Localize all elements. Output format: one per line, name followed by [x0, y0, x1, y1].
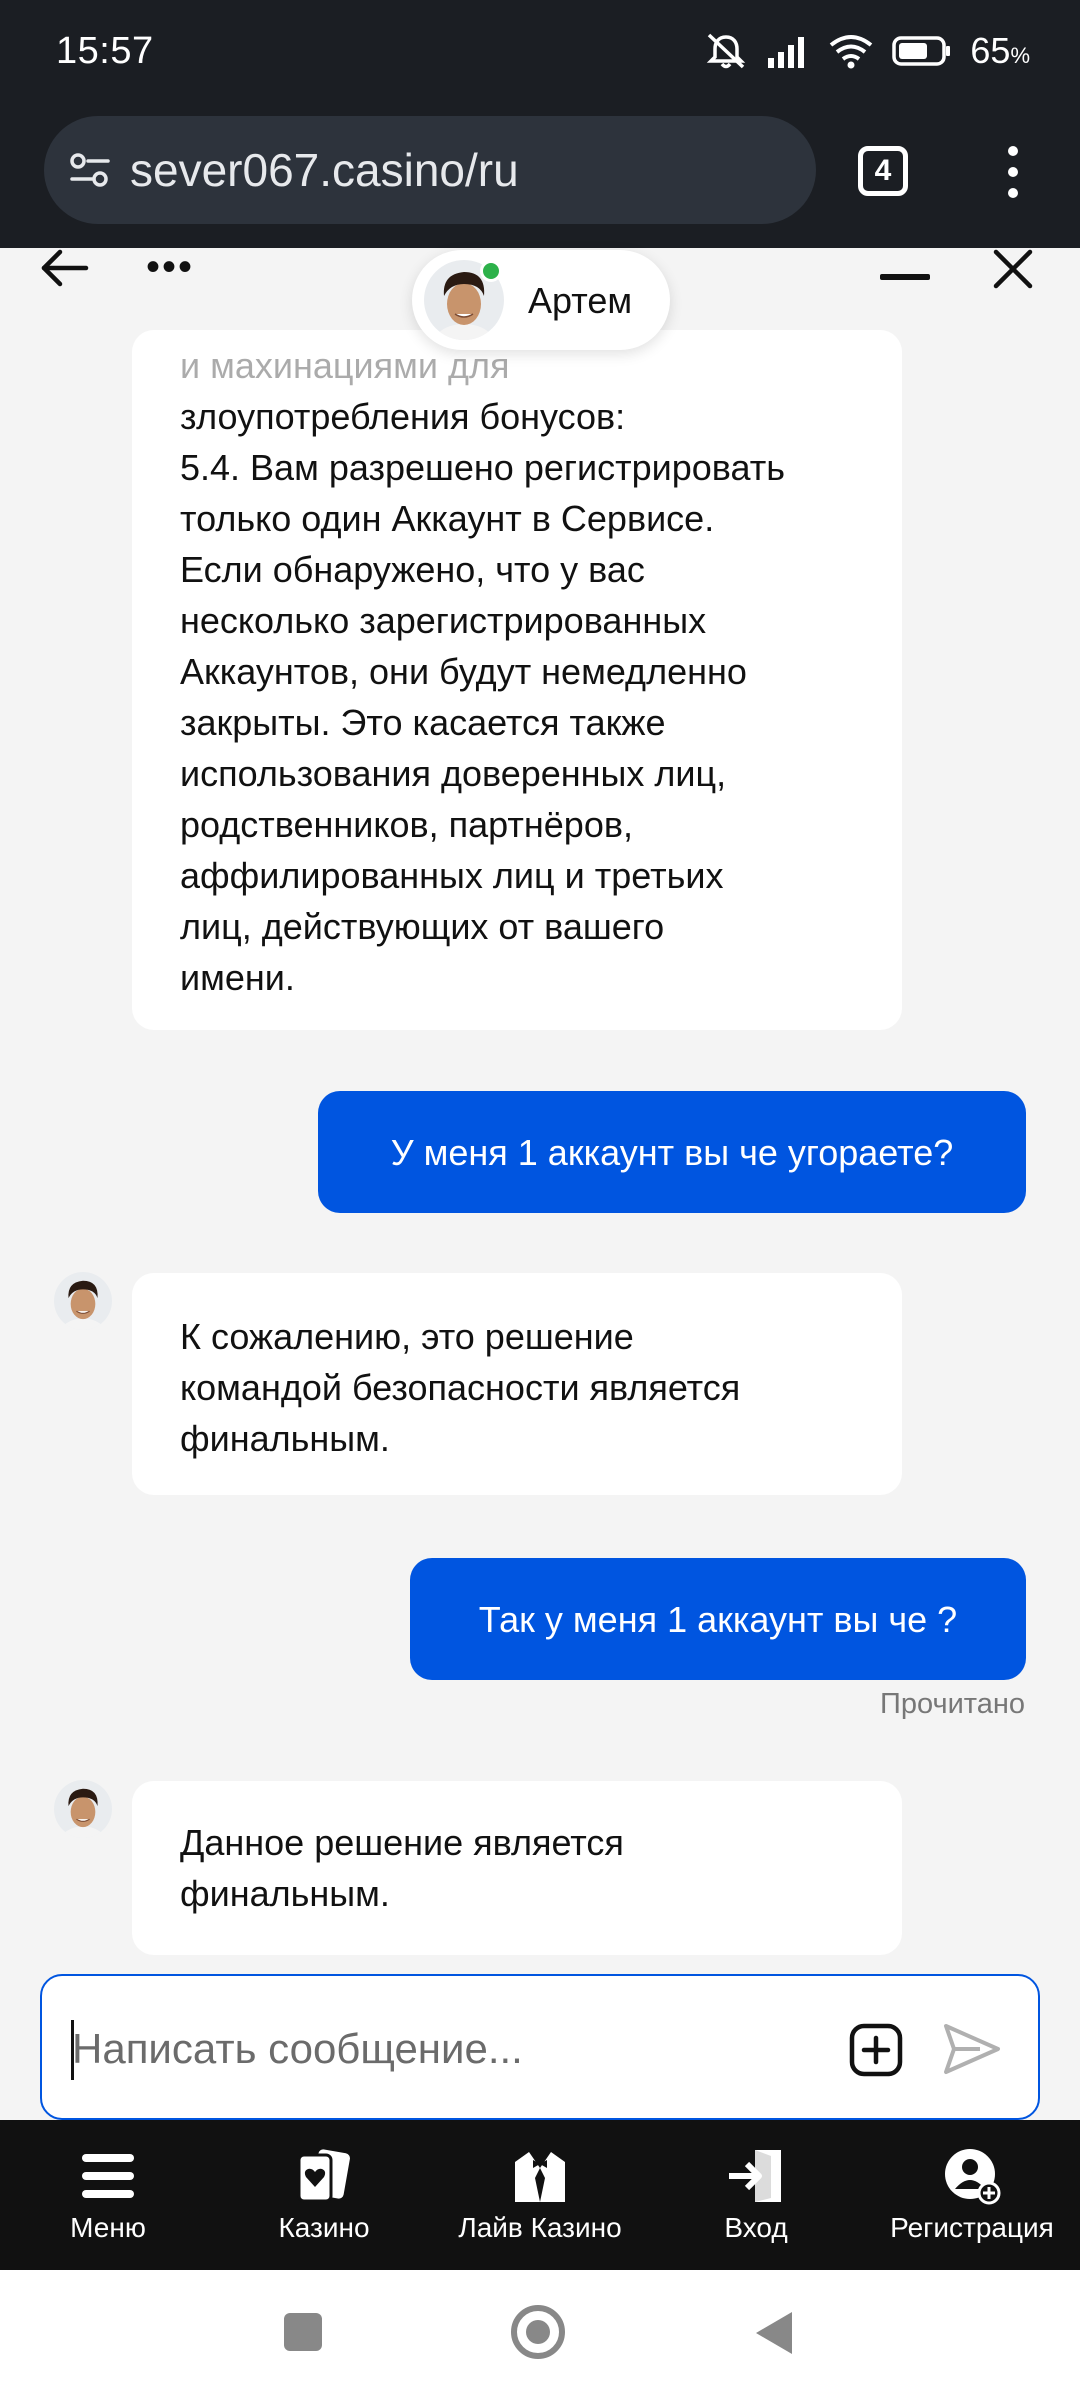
- agent-message: и махинациями для злоупотребления бонусо…: [132, 330, 902, 1030]
- recent-apps-icon[interactable]: [284, 2313, 322, 2351]
- status-time: 15:57: [56, 30, 154, 72]
- user-message: Так у меня 1 аккаунт вы че ?: [410, 1558, 1026, 1680]
- user-add-icon: [942, 2146, 1002, 2206]
- silent-mode-icon: [707, 33, 746, 69]
- address-bar[interactable]: sever067.casino/ru: [44, 116, 816, 224]
- agent-message: Данное решение является финальным.: [132, 1781, 902, 1955]
- nav-label: Регистрация: [890, 2212, 1054, 2243]
- more-options-icon[interactable]: •••: [146, 247, 194, 287]
- message-line: 5.4. Вам разрешено регистрировать: [180, 447, 785, 488]
- minimize-icon[interactable]: [880, 274, 930, 280]
- cards-icon: [294, 2146, 354, 2206]
- login-icon: [726, 2146, 786, 2206]
- menu-icon: [78, 2146, 138, 2206]
- bottom-navigation: Меню Казино Лайв Казино Вход Регистрация: [0, 2120, 1080, 2270]
- nav-item-login[interactable]: Вход: [648, 2120, 864, 2270]
- signal-icon: [768, 37, 805, 68]
- wifi-icon: [830, 35, 873, 69]
- nav-label: Вход: [724, 2212, 788, 2243]
- message-line: закрыты. Это касается также: [180, 702, 666, 743]
- agent-message: К сожалению, это решение командой безопа…: [132, 1273, 902, 1495]
- browser-toolbar: sever067.casino/ru 4: [0, 108, 1080, 248]
- back-icon[interactable]: [752, 2308, 796, 2358]
- url-text: sever067.casino/ru: [130, 144, 519, 196]
- nav-item-casino[interactable]: Казино: [216, 2120, 432, 2270]
- message-composer: [40, 1974, 1040, 2120]
- user-message: У меня 1 аккаунт вы че угораете?: [318, 1091, 1026, 1213]
- nav-item-live-casino[interactable]: Лайв Казино: [432, 2120, 648, 2270]
- message-line: Аккаунтов, они будут немедленно: [180, 651, 747, 692]
- message-line: К сожалению, это решение: [180, 1316, 634, 1357]
- battery-icon: [892, 36, 951, 66]
- agent-avatar-small: [54, 1272, 112, 1330]
- message-text: Так у меня 1 аккаунт вы че ?: [478, 1598, 958, 1640]
- nav-item-register[interactable]: Регистрация: [864, 2120, 1080, 2270]
- message-line: аффилированных лиц и третьих: [180, 855, 724, 896]
- message-text: У меня 1 аккаунт вы че угораете?: [390, 1131, 954, 1173]
- message-line: несколько зарегистрированных: [180, 600, 707, 641]
- tabs-button[interactable]: 4: [858, 146, 908, 196]
- send-icon[interactable]: [940, 2018, 1002, 2080]
- agent-name: Артем: [528, 280, 633, 321]
- message-line: злоупотребления бонусов:: [180, 396, 626, 437]
- message-line: использования доверенных лиц,: [180, 753, 727, 794]
- nav-label: Казино: [278, 2212, 370, 2243]
- agent-badge: Артем: [412, 250, 670, 350]
- message-input[interactable]: [72, 2014, 832, 2084]
- message-line: только один Аккаунт в Сервисе.: [180, 498, 715, 539]
- nav-item-menu[interactable]: Меню: [0, 2120, 216, 2270]
- battery-percentage: 65%: [970, 30, 1030, 71]
- message-line: командой безопасности является: [180, 1367, 741, 1408]
- agent-avatar-small: [54, 1780, 112, 1838]
- system-navigation-bar: [0, 2270, 1080, 2400]
- tuxedo-icon: [510, 2146, 570, 2206]
- message-line: родственников, партнёров,: [180, 804, 633, 845]
- online-indicator: [480, 260, 502, 282]
- message-line: имени.: [180, 957, 295, 998]
- message-line: Если обнаружено, что у вас: [180, 549, 645, 590]
- back-arrow-icon[interactable]: [40, 248, 90, 288]
- message-line: финальным.: [180, 1418, 390, 1459]
- attach-icon[interactable]: [848, 2022, 904, 2078]
- nav-label: Меню: [70, 2212, 146, 2243]
- message-line: лиц, действующих от вашего: [180, 906, 665, 947]
- message-line: Данное решение является: [180, 1822, 624, 1863]
- home-icon[interactable]: [508, 2302, 568, 2362]
- close-icon[interactable]: [992, 248, 1034, 290]
- status-icons: 65%: [704, 30, 1030, 72]
- status-bar: 15:57 65%: [0, 0, 1080, 108]
- nav-label: Лайв Казино: [458, 2212, 622, 2243]
- browser-menu-icon[interactable]: [998, 142, 1028, 202]
- read-receipt: Прочитано: [880, 1688, 1025, 1720]
- message-line: финальным.: [180, 1873, 390, 1914]
- site-settings-icon[interactable]: [66, 146, 114, 194]
